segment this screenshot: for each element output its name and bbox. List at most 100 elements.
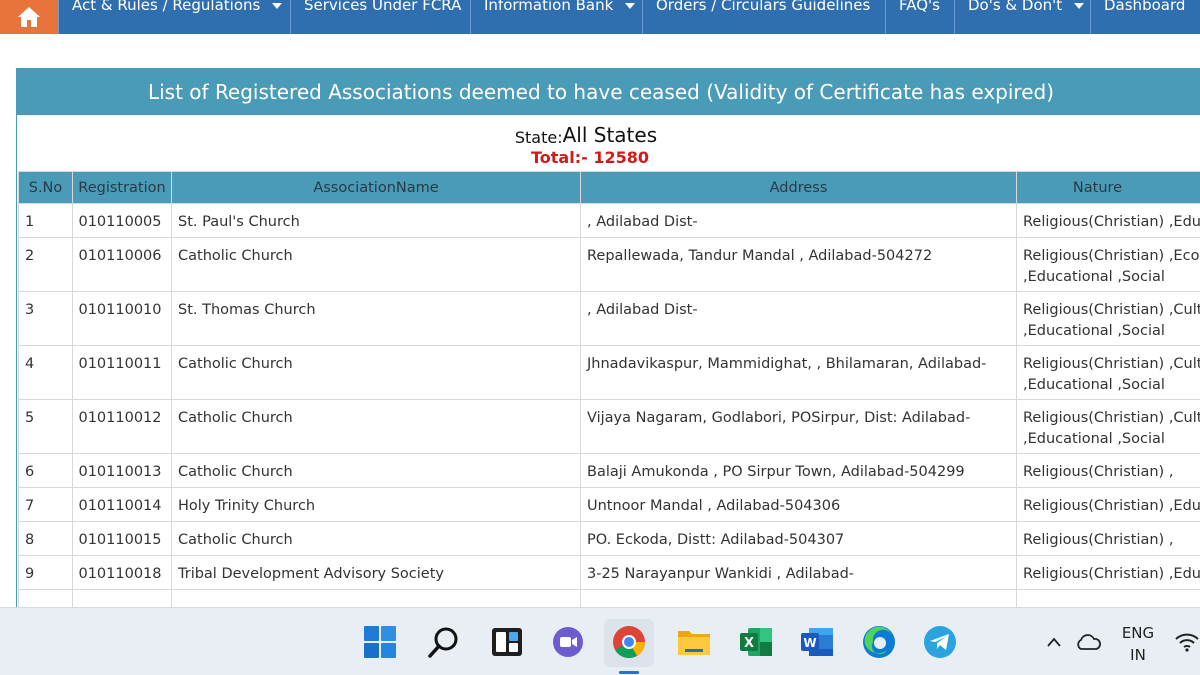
language-line-2: IN [1130, 646, 1146, 664]
top-navigation: Act & Rules / Regulations Services Under… [0, 0, 1200, 34]
column-header-address[interactable]: Address [580, 171, 1017, 204]
nav-dos-donts[interactable]: Do's & Don't [954, 0, 1090, 34]
cell-association-name: Catholic Church [171, 345, 581, 400]
table-row: 7 010110014 Holy Trinity Church Untnoor … [18, 487, 1200, 522]
nav-services[interactable]: Services Under FCRA [290, 0, 470, 34]
nav-dashboard[interactable]: Dashboard [1090, 0, 1200, 34]
chevron-down-icon [272, 3, 283, 9]
cell-association-name [171, 589, 581, 607]
word-icon[interactable]: W [799, 624, 835, 660]
windows-start-icon[interactable] [362, 624, 398, 660]
cell-sno: 6 [18, 453, 73, 488]
cell-sno: 7 [18, 487, 73, 522]
chevron-down-icon [1074, 3, 1085, 9]
nav-services-label: Services Under FCRA [304, 0, 462, 14]
cell-registration: 010110015 [72, 521, 172, 556]
telegram-icon[interactable] [922, 624, 958, 660]
onedrive-icon[interactable] [1072, 624, 1104, 660]
chrome-active-indicator [619, 671, 639, 674]
table-row [18, 589, 1200, 607]
cell-address: , Adilabad Dist- [580, 291, 1017, 346]
cell-address: Repallewada, Tandur Mandal , Adilabad-50… [580, 237, 1017, 292]
task-view-icon[interactable] [489, 624, 525, 660]
nav-orders-circulars[interactable]: Orders / Circulars Guidelines [642, 0, 885, 34]
nature-line-1: Religious(Christian) ,Educational [1023, 498, 1200, 514]
nature-line-1: Religious(Christian) ,Economic [1023, 248, 1200, 264]
nav-dashboard-label: Dashboard [1104, 0, 1186, 14]
nature-line-2: ,Educational ,Social [1023, 269, 1165, 285]
nature-line-1: Religious(Christian) ,Educational [1023, 566, 1200, 582]
svg-text:X: X [744, 636, 754, 651]
associations-table: S.No Registration AssociationName Addres… [18, 171, 1200, 607]
cell-registration: 010110005 [72, 203, 172, 238]
cell-association-name: Holy Trinity Church [171, 487, 581, 522]
edge-icon[interactable] [861, 624, 897, 660]
cell-sno: 2 [18, 237, 73, 292]
cell-association-name: Tribal Development Advisory Society [171, 555, 581, 590]
panel-title: List of Registered Associations deemed t… [17, 69, 1200, 115]
cell-nature: Religious(Christian) ,Educational [1016, 203, 1200, 238]
nature-line-1: Religious(Christian) , [1023, 532, 1174, 548]
nature-line-1: Religious(Christian) , [1023, 464, 1174, 480]
language-indicator[interactable]: ENG IN [1118, 622, 1158, 666]
chevron-up-icon[interactable] [1044, 624, 1064, 660]
state-label: State: [514, 128, 563, 147]
state-line: State: All States [17, 115, 1200, 147]
cell-registration: 010110013 [72, 453, 172, 488]
cell-nature: Religious(Christian) ,Educational [1016, 487, 1200, 522]
cell-nature: Religious(Christian) ,Educational [1016, 555, 1200, 590]
associations-panel: List of Registered Associations deemed t… [16, 68, 1200, 608]
nav-information-bank[interactable]: Information Bank [470, 0, 642, 34]
nav-orders-circulars-label: Orders / Circulars Guidelines [656, 0, 871, 14]
cell-registration: 010110018 [72, 555, 172, 590]
chat-icon[interactable] [550, 624, 586, 660]
cell-association-name: St. Paul's Church [171, 203, 581, 238]
file-explorer-icon[interactable] [676, 624, 712, 660]
total-count: Total:- 12580 [531, 148, 649, 167]
column-header-association-name[interactable]: AssociationName [171, 171, 581, 204]
column-header-registration[interactable]: Registration [72, 171, 172, 204]
nav-faqs-label: FAQ's [899, 0, 940, 14]
cell-address [580, 589, 1017, 607]
cell-sno: 8 [18, 521, 73, 556]
nav-dos-donts-label: Do's & Don't [968, 0, 1063, 14]
home-button[interactable] [0, 0, 58, 34]
cell-address: 3-25 Narayanpur Wankidi , Adilabad- [580, 555, 1017, 590]
cell-registration: 010110010 [72, 291, 172, 346]
cell-registration: 010110011 [72, 345, 172, 400]
nav-faqs[interactable]: FAQ's [885, 0, 954, 34]
nature-line-1: Religious(Christian) ,Educational [1023, 214, 1200, 230]
svg-text:W: W [803, 636, 816, 650]
cell-nature: Religious(Christian) , [1016, 521, 1200, 556]
table-row: 6 010110013 Catholic Church Balaji Amuko… [18, 453, 1200, 488]
cell-registration: 010110014 [72, 487, 172, 522]
chrome-icon[interactable] [611, 624, 647, 660]
cell-address: , Adilabad Dist- [580, 203, 1017, 238]
cell-registration: 010110012 [72, 399, 172, 454]
excel-icon[interactable]: X [738, 624, 774, 660]
windows-taskbar: X W ENG IN [0, 607, 1200, 675]
nav-act-rules[interactable]: Act & Rules / Regulations [58, 0, 290, 34]
cell-association-name: Catholic Church [171, 453, 581, 488]
search-icon[interactable] [426, 624, 462, 660]
cell-nature: Religious(Christian) , [1016, 453, 1200, 488]
cell-address: Untnoor Mandal , Adilabad-504306 [580, 487, 1017, 522]
nav-information-bank-label: Information Bank [484, 0, 614, 14]
nature-line-1: Religious(Christian) ,Cultural [1023, 410, 1200, 426]
cell-nature: Religious(Christian) ,Cultural ,Education… [1016, 345, 1200, 400]
table-row: 5 010110012 Catholic Church Vijaya Nagar… [18, 399, 1200, 454]
language-line-1: ENG [1121, 624, 1155, 642]
state-value: All States [562, 123, 658, 147]
cell-registration: 010110006 [72, 237, 172, 292]
home-icon [18, 7, 40, 27]
table-row: 8 010110015 Catholic Church PO. Eckoda, … [18, 521, 1200, 556]
cell-sno: 1 [18, 203, 73, 238]
column-header-sno[interactable]: S.No [18, 171, 73, 204]
table-header-row: S.No Registration AssociationName Addres… [18, 171, 1200, 204]
cell-nature [1016, 589, 1200, 607]
nature-line-2: ,Educational ,Social [1023, 377, 1165, 393]
column-header-nature[interactable]: Nature [1016, 171, 1200, 204]
wifi-icon[interactable] [1174, 624, 1200, 660]
table-row: 3 010110010 St. Thomas Church , Adilabad… [18, 291, 1200, 346]
table-row: 9 010110018 Tribal Development Advisory … [18, 555, 1200, 590]
